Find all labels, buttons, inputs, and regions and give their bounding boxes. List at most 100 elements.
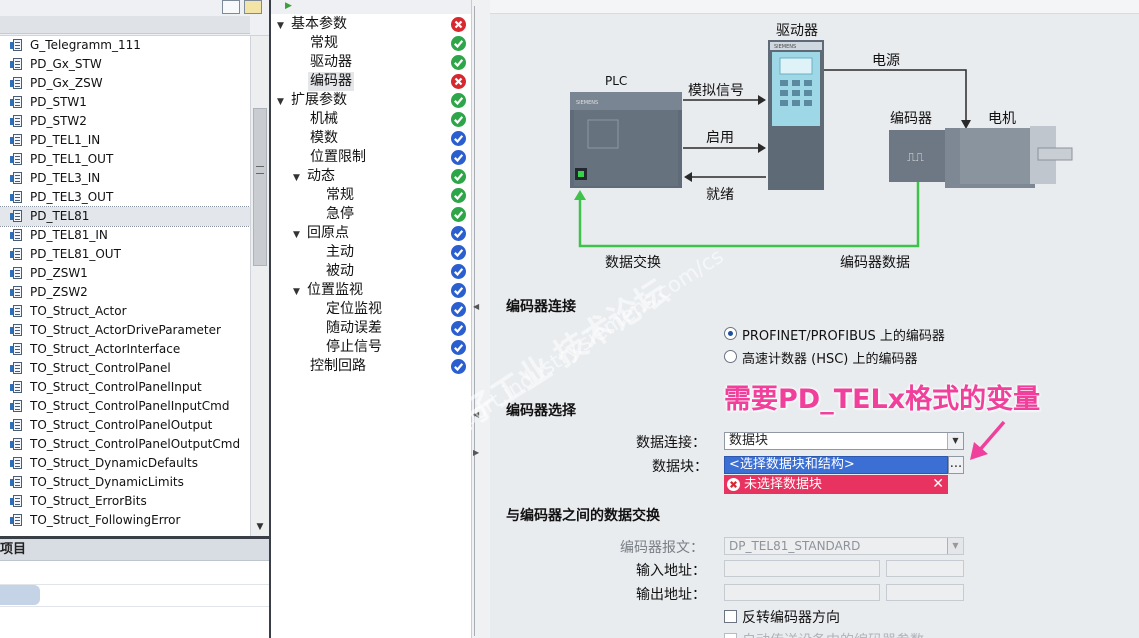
data-type-icon xyxy=(10,495,23,508)
tag-list-item[interactable]: G_Telegramm_111 xyxy=(0,36,250,55)
ok-status-icon xyxy=(451,207,466,222)
tag-list-item[interactable]: PD_TEL1_IN xyxy=(0,131,250,150)
profinet-encoder-radio[interactable] xyxy=(724,327,737,340)
tree-expand-icon[interactable]: ▼ xyxy=(277,17,289,36)
tag-list-item[interactable]: PD_TEL3_IN xyxy=(0,169,250,188)
tag-list-item[interactable]: PD_Gx_STW xyxy=(0,55,250,74)
tree-expand-icon[interactable]: ▼ xyxy=(277,93,289,112)
encoder-data-label: 编码器数据 xyxy=(840,255,910,271)
tag-list-item[interactable]: TO_Struct_ControlPanelOutput xyxy=(0,416,250,435)
telegram-select[interactable]: DP_TEL81_STANDARD ▼ xyxy=(724,537,964,555)
tag-list-scrollbar[interactable]: ▼ xyxy=(250,36,269,536)
ready-label: 就绪 xyxy=(706,187,734,203)
tag-list-item[interactable]: PD_TEL1_OUT xyxy=(0,150,250,169)
info-status-icon xyxy=(451,340,466,355)
expand-arrow-icon[interactable]: ▶ xyxy=(285,1,292,11)
tree-splitter[interactable]: ◀ ◀ ▶ xyxy=(471,0,490,638)
tree-item[interactable]: 位置限制 xyxy=(308,148,368,167)
drive-siemens-logo: SIEMENS xyxy=(774,44,796,50)
tree-item[interactable]: 急停 xyxy=(324,205,356,224)
output-address-start-field[interactable] xyxy=(724,584,880,601)
invert-direction-checkbox[interactable] xyxy=(724,610,737,623)
tag-list-item[interactable]: TO_Struct_ErrorBits xyxy=(0,492,250,511)
input-address-start-field[interactable] xyxy=(724,560,880,577)
tree-item[interactable]: ▼ 动态 xyxy=(293,167,337,186)
tag-list-item[interactable]: PD_STW2 xyxy=(0,112,250,131)
tag-list-item[interactable]: PD_TEL81_OUT xyxy=(0,245,250,264)
tag-list-item[interactable]: TO_Struct_ControlPanelInputCmd xyxy=(0,397,250,416)
tag-list-item[interactable]: TO_Struct_DynamicLimits xyxy=(0,473,250,492)
annotation-text: 需要PD_TELx格式的变量 xyxy=(724,384,1041,415)
close-icon[interactable]: ✕ xyxy=(932,475,944,494)
data-exchange-line xyxy=(578,182,920,248)
tag-list-item-label: TO_Struct_Actor xyxy=(30,304,127,318)
list-view-icon[interactable] xyxy=(222,0,240,14)
tag-list-item[interactable]: TO_Struct_DynamicDefaults xyxy=(0,454,250,473)
scroll-down-icon[interactable]: ▼ xyxy=(253,520,267,534)
ok-status-icon xyxy=(451,55,466,70)
motor-device: ⎍⎍ xyxy=(889,126,1073,188)
input-address-end-field[interactable] xyxy=(886,560,964,577)
tag-list-item[interactable]: PD_TEL81_IN xyxy=(0,226,250,245)
output-address-end-field[interactable] xyxy=(886,584,964,601)
tag-list-item[interactable]: PD_STW1 xyxy=(0,93,250,112)
tree-expand-icon[interactable]: ▼ xyxy=(293,283,305,302)
splitter-expand-icon[interactable]: ▶ xyxy=(473,448,479,458)
details-row-divider xyxy=(0,606,269,607)
tree-item[interactable]: 常规 xyxy=(324,186,356,205)
tree-item[interactable]: 被动 xyxy=(324,262,356,281)
tag-list-item[interactable]: PD_ZSW1 xyxy=(0,264,250,283)
tree-item[interactable]: ▼ 位置监视 xyxy=(293,281,365,300)
tag-list-item-label: TO_Struct_ControlPanelOutputCmd xyxy=(30,437,241,451)
tag-list-item[interactable]: TO_Struct_ActorInterface xyxy=(0,340,250,359)
tree-expand-icon[interactable]: ▼ xyxy=(293,226,305,245)
tree-item[interactable]: 常规 xyxy=(308,34,340,53)
tag-list-item[interactable]: TO_Struct_FollowingError xyxy=(0,511,250,530)
tree-item[interactable]: 驱动器 xyxy=(308,53,354,72)
tree-item[interactable]: ▼ 回原点 xyxy=(293,224,351,243)
tree-item[interactable]: 模数 xyxy=(308,129,340,148)
auto-transfer-checkbox[interactable] xyxy=(724,633,737,638)
tree-item[interactable]: 机械 xyxy=(308,110,340,129)
tag-list-item[interactable]: TO_Struct_ControlPanelInput xyxy=(0,378,250,397)
data-connection-label: 数据连接： xyxy=(636,435,706,451)
splitter-collapse-icon[interactable]: ◀ xyxy=(473,302,479,312)
tree-item[interactable]: 随动误差 xyxy=(324,319,384,338)
profinet-encoder-label: PROFINET/PROFIBUS 上的编码器 xyxy=(742,329,945,344)
tree-item[interactable]: 控制回路 xyxy=(308,357,368,376)
tree-item[interactable]: ▼ 扩展参数 xyxy=(277,91,349,110)
chevron-down-icon[interactable]: ▼ xyxy=(947,538,963,554)
data-type-icon xyxy=(10,134,23,147)
tree-item[interactable]: 定位监视 xyxy=(324,300,384,319)
tree-item[interactable]: 编码器 xyxy=(308,72,354,91)
tag-list-item[interactable]: TO_Struct_Actor xyxy=(0,302,250,321)
tag-list-item[interactable]: TO_Struct_ActorDriveParameter xyxy=(0,321,250,340)
tree-item[interactable]: ▼ 基本参数 xyxy=(277,15,349,34)
data-connection-select[interactable]: 数据块 ▼ xyxy=(724,432,964,450)
tree-item[interactable]: 停止信号 xyxy=(324,338,384,357)
tree-item-label: 常规 xyxy=(310,35,338,51)
data-type-icon xyxy=(10,400,23,413)
tag-list-item[interactable]: TO_Struct_ControlPanel xyxy=(0,359,250,378)
tag-list-item-label: TO_Struct_DynamicLimits xyxy=(30,475,184,489)
tag-list-item[interactable]: TO_Struct_ControlPanelOutputCmd xyxy=(0,435,250,454)
tree-item[interactable]: 主动 xyxy=(324,243,356,262)
tag-list-panel: G_Telegramm_111 PD_Gx_STW PD_Gx_ZSW PD_STW1… xyxy=(0,0,271,638)
table-view-icon[interactable] xyxy=(244,0,262,14)
tag-list-item[interactable]: PD_ZSW2 xyxy=(0,283,250,302)
splitter-collapse-icon[interactable]: ◀ xyxy=(473,410,479,420)
tag-list-item[interactable]: PD_Gx_ZSW xyxy=(0,74,250,93)
data-block-select[interactable]: <选择数据块和结构> xyxy=(724,456,948,474)
data-block-browse-button[interactable]: ... xyxy=(948,456,964,474)
tag-list-item[interactable]: PD_TEL3_OUT xyxy=(0,188,250,207)
details-selected-row[interactable] xyxy=(0,585,40,605)
scrollbar-thumb[interactable] xyxy=(253,108,267,266)
output-address-label: 输出地址： xyxy=(636,587,706,603)
analog-signal-label: 模拟信号 xyxy=(688,83,744,99)
tag-list-item-label: PD_Gx_ZSW xyxy=(30,76,103,90)
tree-expand-icon[interactable]: ▼ xyxy=(293,169,305,188)
chevron-down-icon[interactable]: ▼ xyxy=(947,433,963,449)
ok-status-icon xyxy=(451,188,466,203)
hsc-encoder-radio[interactable] xyxy=(724,350,737,363)
tag-list-item[interactable]: PD_TEL81 xyxy=(0,206,250,227)
